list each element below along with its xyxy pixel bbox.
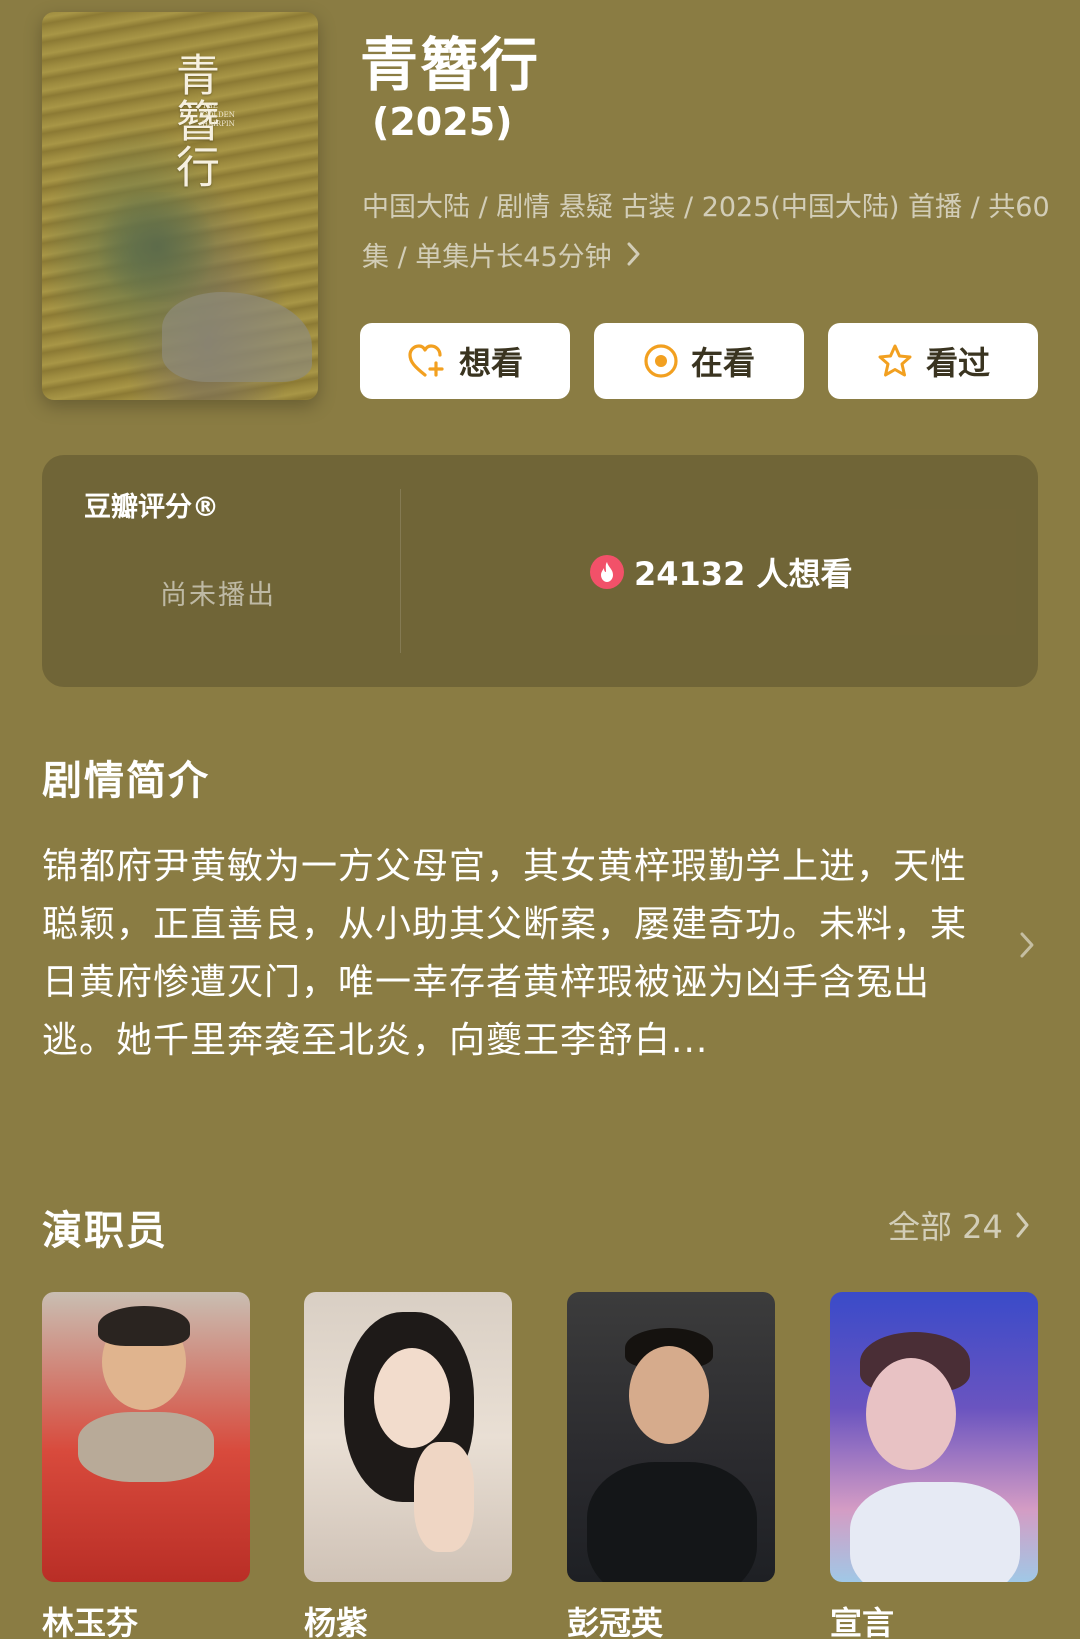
cast-photo[interactable] — [42, 1292, 250, 1582]
douban-rating-label: 豆瓣评分® — [84, 492, 219, 523]
page-title: 青簪行 — [360, 31, 541, 99]
star-icon — [876, 343, 914, 379]
chevron-right-icon — [626, 234, 642, 284]
all-cast-label: 全部 24 — [888, 1208, 1003, 1246]
meta-info[interactable]: 中国大陆 / 剧情 悬疑 古装 / 2025(中国大陆) 首播 / 共60集 /… — [362, 183, 1052, 284]
cast-name[interactable]: 杨紫 — [304, 1598, 368, 1639]
watching-button[interactable]: 在看 — [594, 323, 804, 399]
divider — [400, 489, 401, 653]
cast-name[interactable]: 宣言 — [830, 1598, 894, 1639]
want-count: 24132 人想看 — [590, 549, 852, 595]
want-to-watch-button[interactable]: 想看 — [360, 323, 570, 399]
target-circle-icon — [643, 343, 679, 379]
poster-image[interactable]: 青簪行 THE GOLDEN HAIRPIN — [42, 12, 318, 400]
synopsis-text[interactable]: 锦都府尹黄敏为一方父母官，其女黄梓瑕勤学上进，天性聪颖，正直善良，从小助其父断案… — [42, 838, 1002, 1070]
cast-photo[interactable] — [304, 1292, 512, 1582]
cast-name[interactable]: 彭冠英 — [567, 1598, 663, 1639]
chevron-right-icon — [1015, 1211, 1031, 1239]
heart-plus-icon — [407, 343, 447, 379]
poster-rock-art — [162, 292, 312, 382]
all-cast-link[interactable]: 全部 24 — [888, 1202, 1031, 1248]
cast-photo[interactable] — [830, 1292, 1038, 1582]
rating-card: 豆瓣评分® 尚未播出 24132 人想看 — [42, 455, 1038, 687]
rating-status: 尚未播出 — [160, 580, 276, 611]
fire-icon — [590, 555, 624, 589]
poster-subtitle: THE GOLDEN HAIRPIN — [202, 102, 235, 128]
cast-photo[interactable] — [567, 1292, 775, 1582]
watched-button[interactable]: 看过 — [828, 323, 1038, 399]
meta-text: 中国大陆 / 剧情 悬疑 古装 / 2025(中国大陆) 首播 / 共60集 /… — [362, 192, 1050, 273]
cast-title: 演职员 — [42, 1208, 168, 1254]
cast-name[interactable]: 林玉芬 — [42, 1598, 138, 1639]
release-year: (2025) — [372, 100, 513, 144]
watched-label: 看过 — [925, 344, 990, 382]
want-label: 想看 — [458, 344, 523, 382]
chevron-right-icon[interactable] — [1018, 930, 1036, 964]
poster-tree-art — [92, 192, 222, 302]
watching-label: 在看 — [690, 344, 755, 382]
want-count-text: 24132 人想看 — [634, 555, 853, 593]
synopsis-title: 剧情简介 — [42, 758, 210, 804]
